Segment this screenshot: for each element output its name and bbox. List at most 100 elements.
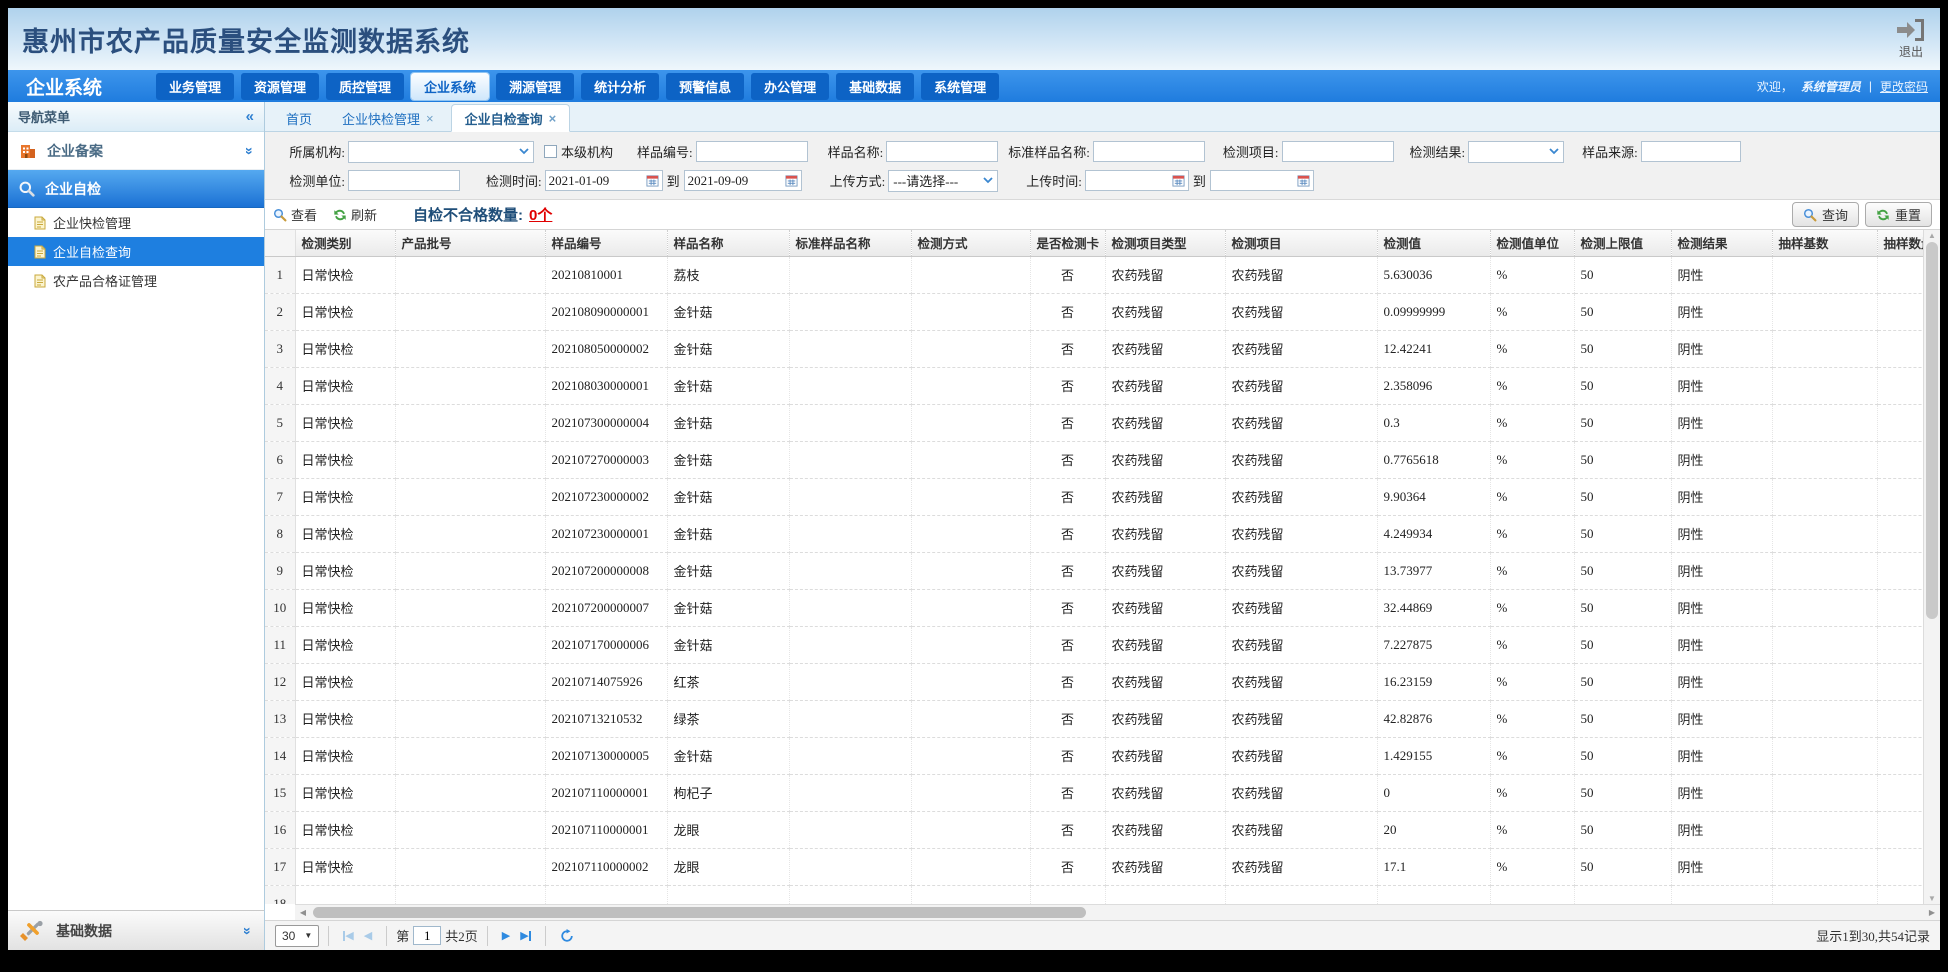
- sidebar-footer-basic-data[interactable]: 基础数据 »: [8, 910, 264, 950]
- column-header-4[interactable]: 样品名称: [667, 230, 789, 256]
- column-header-9[interactable]: 检测项目: [1225, 230, 1377, 256]
- scroll-down-icon[interactable]: ▼: [1924, 894, 1940, 903]
- vertical-scrollbar[interactable]: ▲ ▼: [1923, 230, 1940, 904]
- column-header-10[interactable]: 检测值: [1377, 230, 1490, 256]
- result-select[interactable]: [1468, 141, 1564, 163]
- test-item-input[interactable]: [1282, 141, 1394, 162]
- column-header-14[interactable]: 抽样基数: [1772, 230, 1877, 256]
- tab-close-icon[interactable]: ×: [426, 111, 434, 126]
- std-sample-input[interactable]: [1093, 141, 1205, 162]
- table-row[interactable]: 15日常快检202107110000001枸杞子否农药残留农药残留0%50阴性: [265, 774, 1923, 811]
- column-header-5[interactable]: 标准样品名称: [789, 230, 911, 256]
- table-row[interactable]: 3日常快检202108050000002金针菇否农药残留农药残留12.42241…: [265, 330, 1923, 367]
- horizontal-scrollbar-thumb[interactable]: [313, 907, 1086, 918]
- table-row[interactable]: 9日常快检202107200000008金针菇否农药残留农药残留13.73977…: [265, 552, 1923, 589]
- tab-1[interactable]: 首页: [273, 105, 325, 131]
- table-row[interactable]: 18: [265, 885, 1923, 904]
- page-size-select[interactable]: 30 ▼: [275, 925, 319, 947]
- tab-close-icon[interactable]: ×: [549, 111, 557, 126]
- table-row[interactable]: 14日常快检202107130000005金针菇否农药残留农药残留1.42915…: [265, 737, 1923, 774]
- local-org-checkbox[interactable]: [544, 145, 557, 158]
- reset-button[interactable]: 重置: [1865, 202, 1932, 227]
- scroll-left-icon[interactable]: ◀: [295, 908, 311, 917]
- nav-item-9[interactable]: 基础数据: [836, 73, 914, 100]
- change-password-link[interactable]: 更改密码: [1880, 78, 1928, 95]
- cell: 50: [1574, 700, 1671, 737]
- nav-item-8[interactable]: 办公管理: [751, 73, 829, 100]
- time-from-input[interactable]: 2021-01-09: [545, 170, 663, 191]
- nav-item-2[interactable]: 资源管理: [241, 73, 319, 100]
- sidebar-item-1[interactable]: 企业快检管理: [8, 208, 264, 237]
- nav-item-6[interactable]: 统计分析: [581, 73, 659, 100]
- nav-item-3[interactable]: 质控管理: [326, 73, 404, 100]
- nav-item-7[interactable]: 预警信息: [666, 73, 744, 100]
- column-header-12[interactable]: 检测上限值: [1574, 230, 1671, 256]
- sidebar-item-2[interactable]: 企业自检查询: [8, 237, 264, 266]
- table-row[interactable]: 17日常快检202107110000002龙眼否农药残留农药残留17.1%50阴…: [265, 848, 1923, 885]
- sidebar-item-3[interactable]: 农产品合格证管理: [8, 266, 264, 295]
- column-header-13[interactable]: 检测结果: [1671, 230, 1772, 256]
- last-page-button[interactable]: ▶: [520, 929, 530, 942]
- sidebar-group-enterprise-record[interactable]: 企业备案 »: [8, 132, 264, 170]
- table-row[interactable]: 12日常快检20210714075926红茶否农药残留农药残留16.23159%…: [265, 663, 1923, 700]
- vertical-scrollbar-thumb[interactable]: [1926, 242, 1938, 619]
- column-header-11[interactable]: 检测值单位: [1490, 230, 1574, 256]
- nav-item-5[interactable]: 溯源管理: [496, 73, 574, 100]
- column-header-1[interactable]: 检测类别: [295, 230, 395, 256]
- scroll-right-icon[interactable]: ▶: [1924, 908, 1940, 917]
- table-row[interactable]: 11日常快检202107170000006金针菇否农药残留农药残留7.22787…: [265, 626, 1923, 663]
- table-row[interactable]: 1日常快检20210810001荔枝否农药残留农药残留5.630036%50阴性: [265, 256, 1923, 293]
- table-row[interactable]: 4日常快检202108030000001金针菇否农药残留农药残留2.358096…: [265, 367, 1923, 404]
- nav-item-10[interactable]: 系统管理: [921, 73, 999, 100]
- chevron-double-down-icon[interactable]: »: [240, 927, 256, 935]
- upload-to-input[interactable]: [1210, 170, 1314, 191]
- logout-button[interactable]: 退出: [1896, 18, 1926, 60]
- column-header-15[interactable]: 抽样数量: [1877, 230, 1923, 256]
- table-row[interactable]: 6日常快检202107270000003金针菇否农药残留农药残留0.776561…: [265, 441, 1923, 478]
- sample-name-input[interactable]: [886, 141, 998, 162]
- cell: [1030, 885, 1105, 904]
- cell: 农药残留: [1225, 589, 1377, 626]
- column-header-2[interactable]: 产品批号: [395, 230, 545, 256]
- table-row[interactable]: 5日常快检202107300000004金针菇否农药残留农药残留0.3%50阴性: [265, 404, 1923, 441]
- cell: [395, 774, 545, 811]
- next-page-button[interactable]: ▶: [502, 929, 510, 942]
- view-button[interactable]: 查看: [273, 205, 317, 224]
- table-row[interactable]: 13日常快检20210713210532绿茶否农药残留农药残留42.82876%…: [265, 700, 1923, 737]
- upload-mode-select[interactable]: ---请选择---: [888, 170, 998, 192]
- reload-button[interactable]: [560, 929, 574, 943]
- unit-input[interactable]: [348, 170, 460, 191]
- sample-no-input[interactable]: [696, 141, 808, 162]
- table-row[interactable]: 2日常快检202108090000001金针菇否农药残留农药残留0.099999…: [265, 293, 1923, 330]
- table-row[interactable]: 16日常快检202107110000001龙眼否农药残留农药残留20%50阴性: [265, 811, 1923, 848]
- query-button[interactable]: 查询: [1792, 202, 1859, 227]
- column-header-6[interactable]: 检测方式: [911, 230, 1030, 256]
- first-page-button[interactable]: ◀: [343, 929, 353, 942]
- column-header-8[interactable]: 检测项目类型: [1105, 230, 1225, 256]
- prev-page-button[interactable]: ◀: [364, 929, 372, 942]
- nav-item-1[interactable]: 业务管理: [156, 73, 234, 100]
- chevron-double-down-icon[interactable]: »: [242, 147, 258, 155]
- fail-count-value[interactable]: 0个: [529, 204, 552, 225]
- source-input[interactable]: [1641, 141, 1741, 162]
- org-select[interactable]: [348, 141, 534, 163]
- tab-2[interactable]: 企业快检管理×: [329, 105, 447, 131]
- sidebar-collapse-icon[interactable]: «: [246, 108, 254, 125]
- column-header-7[interactable]: 是否检测卡: [1030, 230, 1105, 256]
- table-row[interactable]: 10日常快检202107200000007金针菇否农药残留农药残留32.4486…: [265, 589, 1923, 626]
- table-row[interactable]: 7日常快检202107230000002金针菇否农药残留农药残留9.90364%…: [265, 478, 1923, 515]
- time-to-input[interactable]: 2021-09-09: [684, 170, 802, 191]
- page-number-input[interactable]: [413, 926, 441, 945]
- cell: 农药残留: [1105, 737, 1225, 774]
- table-row[interactable]: 8日常快检202107230000001金针菇否农药残留农药残留4.249934…: [265, 515, 1923, 552]
- scroll-up-icon[interactable]: ▲: [1924, 231, 1940, 240]
- upload-from-input[interactable]: [1085, 170, 1189, 191]
- cell: [911, 663, 1030, 700]
- refresh-button[interactable]: 刷新: [333, 205, 377, 224]
- tab-3[interactable]: 企业自检查询×: [451, 104, 571, 132]
- column-header-3[interactable]: 样品编号: [545, 230, 667, 256]
- nav-item-4[interactable]: 企业系统: [411, 73, 489, 100]
- cell: 金针菇: [667, 737, 789, 774]
- sidebar-group-self-check[interactable]: 企业自检: [8, 170, 264, 208]
- horizontal-scrollbar[interactable]: ◀ ▶: [295, 904, 1940, 920]
